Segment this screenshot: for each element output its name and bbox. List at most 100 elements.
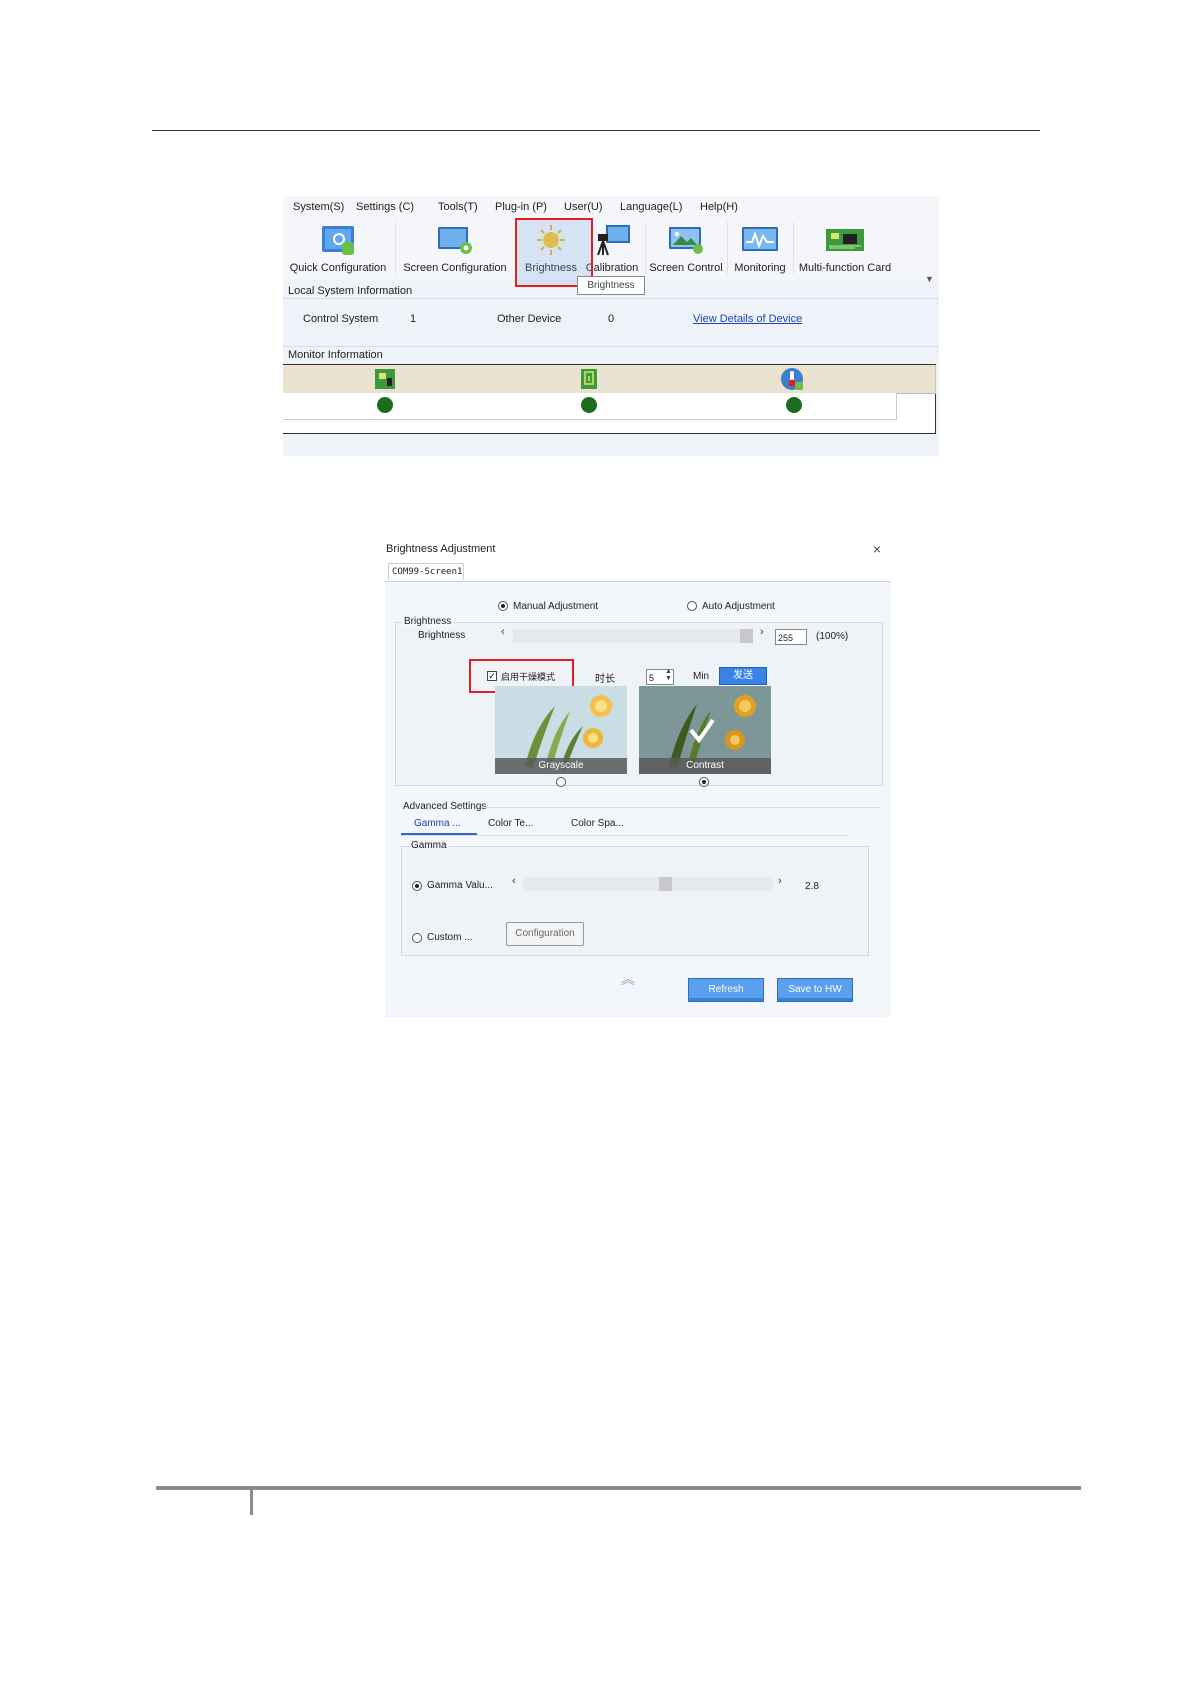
refresh-button[interactable]: Refresh	[688, 978, 764, 1002]
other-device-value: 0	[608, 313, 615, 325]
novalct-main-window: System(S) Settings (C) Tools(T) Plug-in …	[283, 196, 939, 456]
tab-color-space[interactable]: Color Spa...	[571, 818, 624, 829]
view-details-link[interactable]: View Details of Device	[693, 313, 802, 325]
tab-color-temperature[interactable]: Color Te...	[488, 818, 533, 829]
status-ok-dot	[786, 397, 802, 413]
screen-configuration-icon	[438, 227, 472, 254]
contrast-caption: Contrast	[639, 758, 771, 774]
toolbar-label: Screen Control	[649, 262, 723, 274]
circuit-board-icon	[826, 229, 864, 251]
toolbar-label: Multi-function Card	[798, 262, 892, 274]
manual-adjustment-label: Manual Adjustment	[513, 601, 599, 612]
grayscale-card[interactable]: Grayscale	[495, 686, 627, 774]
divider	[401, 835, 849, 836]
monitoring-icon	[742, 227, 778, 251]
monitor-table	[283, 364, 936, 434]
monitor-column-power[interactable]	[487, 365, 692, 394]
gamma-value: 2.8	[805, 881, 819, 892]
header-rule	[152, 130, 1040, 131]
auto-adjustment-radio[interactable]	[687, 601, 697, 611]
toolbar-quick-configuration[interactable]: Quick Configuration	[285, 218, 391, 280]
brightness-increase-arrow[interactable]: ›	[760, 626, 764, 638]
collapse-chevron-icon[interactable]: ︽	[621, 969, 635, 989]
menu-language[interactable]: Language(L)	[620, 201, 682, 213]
brightness-adjustment-dialog: Brightness Adjustment × COM99-Screen1 Ma…	[385, 541, 891, 1017]
duration-unit: Min	[693, 671, 710, 682]
monitor-status-cell	[487, 393, 692, 420]
local-info-heading: Local System Information	[288, 285, 413, 297]
monitor-column-receiving-card[interactable]	[283, 365, 488, 394]
menu-tools[interactable]: Tools(T)	[438, 201, 478, 213]
toolbar-separator	[727, 222, 728, 274]
toolbar-overflow-icon[interactable]: ▼	[925, 274, 934, 284]
contrast-radio[interactable]	[699, 777, 709, 787]
power-icon	[581, 369, 597, 389]
monitor-info-heading: Monitor Information	[288, 349, 383, 361]
monitor-column-temperature[interactable]	[691, 365, 936, 394]
brightness-slider-thumb[interactable]	[740, 629, 753, 643]
toolbar-screen-control[interactable]: Screen Control	[647, 218, 725, 280]
brightness-decrease-arrow[interactable]: ‹	[501, 626, 505, 638]
duration-label: 时长	[595, 674, 615, 685]
save-to-hw-button[interactable]: Save to HW	[777, 978, 853, 1002]
gamma-slider[interactable]	[523, 877, 773, 891]
dialog-title: Brightness Adjustment	[386, 543, 496, 555]
advanced-settings-heading: Advanced Settings	[403, 801, 487, 812]
brightness-slider[interactable]	[513, 629, 753, 643]
menu-help[interactable]: Help(H)	[700, 201, 738, 213]
dialog-title-bar: Brightness Adjustment ×	[385, 541, 891, 561]
tab-screen[interactable]: COM99-Screen1	[388, 563, 464, 580]
menu-user[interactable]: User(U)	[564, 201, 603, 213]
close-icon[interactable]: ×	[873, 541, 881, 557]
receiving-card-icon	[375, 369, 395, 389]
divider	[283, 298, 939, 299]
brightness-value-input[interactable]: 255	[775, 629, 807, 645]
manual-adjustment-radio[interactable]	[498, 601, 508, 611]
custom-radio[interactable]	[412, 933, 422, 943]
grayscale-radio[interactable]	[556, 777, 566, 787]
brightness-percent: (100%)	[816, 631, 849, 642]
toolbar-separator	[395, 222, 396, 274]
brightness-group-title: Brightness	[402, 616, 454, 627]
temperature-icon	[781, 368, 803, 390]
gamma-value-radio[interactable]	[412, 881, 422, 891]
control-system-label: Control System	[303, 313, 379, 325]
toolbar-monitoring[interactable]: Monitoring	[729, 218, 791, 280]
contrast-card[interactable]: Contrast	[639, 686, 771, 774]
menu-plugin[interactable]: Plug-in (P)	[495, 201, 547, 213]
auto-adjustment-label: Auto Adjustment	[702, 601, 775, 612]
dry-mode-label: 启用干燥模式	[501, 673, 556, 683]
dry-mode-checkbox[interactable]: ✓	[487, 671, 497, 681]
toolbar-multi-function-card[interactable]: Multi-function Card	[795, 218, 895, 280]
screen-tab-strip: COM99-Screen1	[385, 561, 891, 582]
status-ok-dot	[581, 397, 597, 413]
divider	[283, 346, 939, 347]
brightness-tooltip: Brightness	[577, 276, 645, 295]
menu-system[interactable]: System(S)	[293, 201, 344, 213]
quick-configuration-icon	[322, 226, 354, 255]
footer-tick	[250, 1490, 253, 1515]
gamma-increase-arrow[interactable]: ›	[778, 875, 782, 887]
menu-settings[interactable]: Settings (C)	[356, 201, 414, 213]
control-system-value: 1	[410, 313, 417, 325]
toolbar: Quick Configuration Screen Configuration	[283, 218, 939, 280]
gamma-value-label: Gamma Valu...	[427, 880, 493, 891]
footer-rule	[156, 1486, 1081, 1490]
other-device-label: Other Device	[497, 313, 562, 325]
grayscale-caption: Grayscale	[495, 758, 627, 774]
gamma-group-title: Gamma	[409, 840, 449, 851]
menu-bar: System(S) Settings (C) Tools(T) Plug-in …	[283, 196, 939, 219]
send-button[interactable]: 发送	[719, 667, 767, 685]
custom-label: Custom ...	[427, 932, 473, 943]
toolbar-label: Monitoring	[734, 262, 786, 274]
configuration-button[interactable]: Configuration	[506, 922, 584, 946]
gamma-slider-thumb[interactable]	[659, 877, 672, 891]
status-ok-dot	[377, 397, 393, 413]
duration-spinner-icon[interactable]: ▲ ▼	[665, 668, 672, 682]
toolbar-separator	[645, 222, 646, 274]
gamma-decrease-arrow[interactable]: ‹	[512, 875, 516, 887]
toolbar-label: Screen Configuration	[403, 262, 507, 274]
toolbar-screen-configuration[interactable]: Screen Configuration	[397, 218, 513, 280]
tab-gamma[interactable]: Gamma ...	[414, 818, 461, 829]
toolbar-label: Quick Configuration	[289, 262, 387, 274]
